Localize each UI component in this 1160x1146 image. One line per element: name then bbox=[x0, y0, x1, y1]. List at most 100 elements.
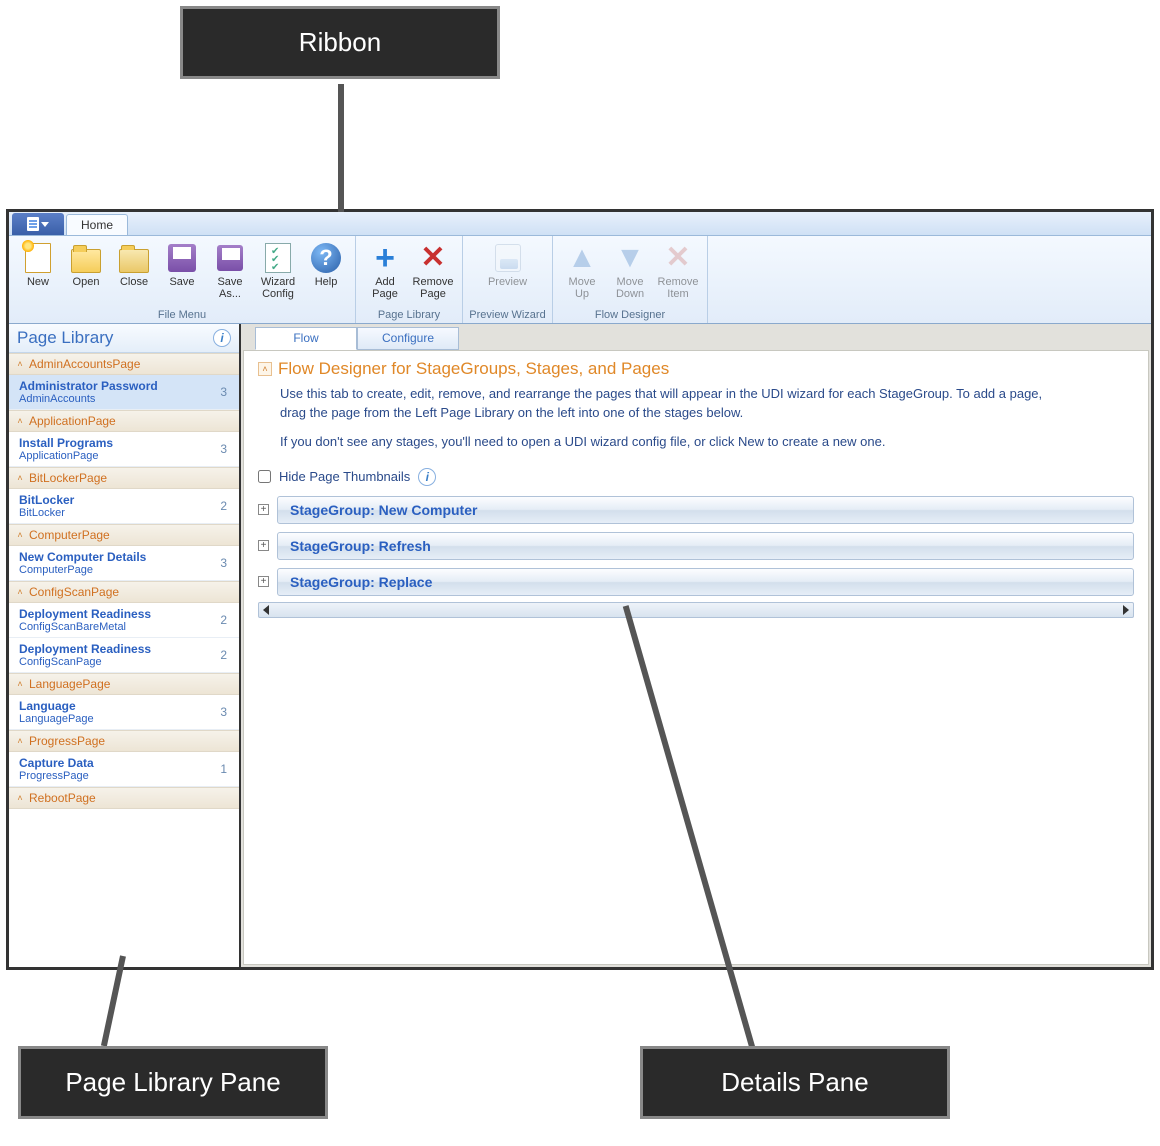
ribbon-group-flow-designer: ▲ Move Up ▼ Move Down ✕ Remove Item Flow… bbox=[553, 236, 708, 323]
open-button[interactable]: Open bbox=[63, 238, 109, 290]
ribbon: New Open Close Save Save As... bbox=[9, 236, 1151, 324]
callout-details: Details Pane bbox=[640, 1046, 950, 1119]
wizard-config-label: Wizard Config bbox=[257, 276, 299, 300]
add-page-label: Add Page bbox=[364, 276, 406, 300]
help-icon: ? bbox=[310, 242, 342, 274]
library-item[interactable]: Capture DataProgressPage1 bbox=[9, 752, 239, 787]
library-group-header[interactable]: ˄AdminAccountsPage bbox=[9, 353, 239, 375]
move-down-button[interactable]: ▼ Move Down bbox=[607, 238, 653, 302]
library-group-header[interactable]: ˄ApplicationPage bbox=[9, 410, 239, 432]
info-icon[interactable]: i bbox=[418, 468, 436, 486]
library-item-subtitle: ComputerPage bbox=[19, 564, 146, 576]
library-item-subtitle: BitLocker bbox=[19, 507, 74, 519]
library-group-name: ProgressPage bbox=[29, 734, 105, 748]
collapse-icon[interactable]: ˄ bbox=[258, 362, 272, 376]
library-group-name: ConfigScanPage bbox=[29, 585, 119, 599]
preview-icon bbox=[492, 242, 524, 274]
library-group-header[interactable]: ˄ComputerPage bbox=[9, 524, 239, 546]
preview-button[interactable]: Preview bbox=[485, 238, 531, 290]
stage-group-bar[interactable]: StageGroup: Replace bbox=[277, 568, 1134, 596]
chevron-up-icon: ˄ bbox=[15, 473, 25, 483]
page-library-list[interactable]: ˄AdminAccountsPageAdministrator Password… bbox=[9, 353, 239, 967]
new-icon bbox=[22, 242, 54, 274]
chevron-down-icon bbox=[41, 222, 49, 227]
wizard-config-button[interactable]: Wizard Config bbox=[255, 238, 301, 302]
move-up-button[interactable]: ▲ Move Up bbox=[559, 238, 605, 302]
preview-label: Preview bbox=[488, 276, 527, 288]
chevron-up-icon: ˄ bbox=[15, 736, 25, 746]
open-label: Open bbox=[73, 276, 100, 288]
chevron-up-icon: ˄ bbox=[15, 359, 25, 369]
help-label: Help bbox=[315, 276, 338, 288]
info-icon[interactable]: i bbox=[213, 329, 231, 347]
library-item[interactable]: Deployment ReadinessConfigScanBareMetal2 bbox=[9, 603, 239, 638]
library-group-header[interactable]: ˄ ConfigScanPage bbox=[9, 581, 239, 603]
new-button[interactable]: New bbox=[15, 238, 61, 290]
expand-icon[interactable]: + bbox=[258, 576, 269, 587]
remove-item-button[interactable]: ✕ Remove Item bbox=[655, 238, 701, 302]
library-item-title: Deployment Readiness bbox=[19, 642, 151, 656]
ribbon-group-label-file: File Menu bbox=[15, 307, 349, 323]
library-item[interactable]: Install ProgramsApplicationPage3 bbox=[9, 432, 239, 467]
chevron-up-icon: ˄ bbox=[15, 587, 25, 597]
library-item[interactable]: LanguageLanguagePage3 bbox=[9, 695, 239, 730]
remove-item-label: Remove Item bbox=[657, 276, 699, 300]
remove-page-button[interactable]: ✕ Remove Page bbox=[410, 238, 456, 302]
ribbon-tab-home[interactable]: Home bbox=[66, 214, 128, 235]
page-library-title: Page Library bbox=[17, 328, 113, 348]
library-item-count: 3 bbox=[220, 556, 231, 570]
save-button[interactable]: Save bbox=[159, 238, 205, 290]
stage-group-bar[interactable]: StageGroup: Refresh bbox=[277, 532, 1134, 560]
tab-flow[interactable]: Flow bbox=[255, 327, 357, 350]
library-item[interactable]: New Computer DetailsComputerPage3 bbox=[9, 546, 239, 581]
detail-body: ˄ Flow Designer for StageGroups, Stages,… bbox=[243, 350, 1149, 965]
callout-page-library: Page Library Pane bbox=[18, 1046, 328, 1119]
library-group-header[interactable]: ˄ ProgressPage bbox=[9, 730, 239, 752]
horizontal-scrollbar[interactable] bbox=[258, 602, 1134, 618]
hide-thumbnails-checkbox[interactable] bbox=[258, 470, 271, 483]
library-group-header[interactable]: ˄BitLockerPage bbox=[9, 467, 239, 489]
save-as-label: Save As... bbox=[209, 276, 251, 300]
arrow-down-icon: ▼ bbox=[614, 242, 646, 274]
stage-group-row: + StageGroup: Replace bbox=[258, 568, 1134, 596]
content-area: Page Library i ˄AdminAccountsPageAdminis… bbox=[9, 324, 1151, 967]
library-item-subtitle: AdminAccounts bbox=[19, 393, 158, 405]
app-menu-button[interactable] bbox=[12, 213, 64, 235]
expand-icon[interactable]: + bbox=[258, 540, 269, 551]
x-dim-icon: ✕ bbox=[662, 242, 694, 274]
hide-thumbnails-label: Hide Page Thumbnails bbox=[279, 469, 410, 484]
library-group-header[interactable]: ˄RebootPage bbox=[9, 787, 239, 809]
help-button[interactable]: ? Help bbox=[303, 238, 349, 290]
library-item-count: 2 bbox=[220, 613, 231, 627]
move-down-label: Move Down bbox=[609, 276, 651, 300]
library-item[interactable]: BitLockerBitLocker2 bbox=[9, 489, 239, 524]
expand-icon[interactable]: + bbox=[258, 504, 269, 515]
library-item[interactable]: Administrator PasswordAdminAccounts 3 bbox=[9, 375, 239, 410]
library-item-title: Install Programs bbox=[19, 436, 113, 450]
new-label: New bbox=[27, 276, 49, 288]
library-group-header[interactable]: ˄LanguagePage bbox=[9, 673, 239, 695]
document-icon bbox=[27, 217, 39, 231]
ribbon-group-file-menu: New Open Close Save Save As... bbox=[9, 236, 356, 323]
library-item-title: BitLocker bbox=[19, 493, 74, 507]
ribbon-group-preview: Preview Preview Wizard bbox=[463, 236, 553, 323]
save-as-icon bbox=[214, 242, 246, 274]
add-page-button[interactable]: + Add Page bbox=[362, 238, 408, 302]
remove-page-label: Remove Page bbox=[412, 276, 454, 300]
library-item-count: 3 bbox=[220, 385, 231, 399]
callout-ribbon: Ribbon bbox=[180, 6, 500, 79]
library-item-subtitle: ConfigScanPage bbox=[19, 656, 151, 668]
page-library-pane: Page Library i ˄AdminAccountsPageAdminis… bbox=[9, 324, 241, 967]
library-item[interactable]: Deployment ReadinessConfigScanPage2 bbox=[9, 638, 239, 673]
library-item-title: Administrator Password bbox=[19, 379, 158, 393]
stage-group-bar[interactable]: StageGroup: New Computer bbox=[277, 496, 1134, 524]
close-button[interactable]: Close bbox=[111, 238, 157, 290]
library-group-name: LanguagePage bbox=[29, 677, 110, 691]
x-icon: ✕ bbox=[417, 242, 449, 274]
tab-configure[interactable]: Configure bbox=[357, 327, 459, 350]
app-window: Home New Open Close Save bbox=[6, 209, 1154, 970]
ribbon-tab-strip: Home bbox=[9, 212, 1151, 236]
save-as-button[interactable]: Save As... bbox=[207, 238, 253, 302]
wizard-config-icon bbox=[262, 242, 294, 274]
move-up-label: Move Up bbox=[561, 276, 603, 300]
